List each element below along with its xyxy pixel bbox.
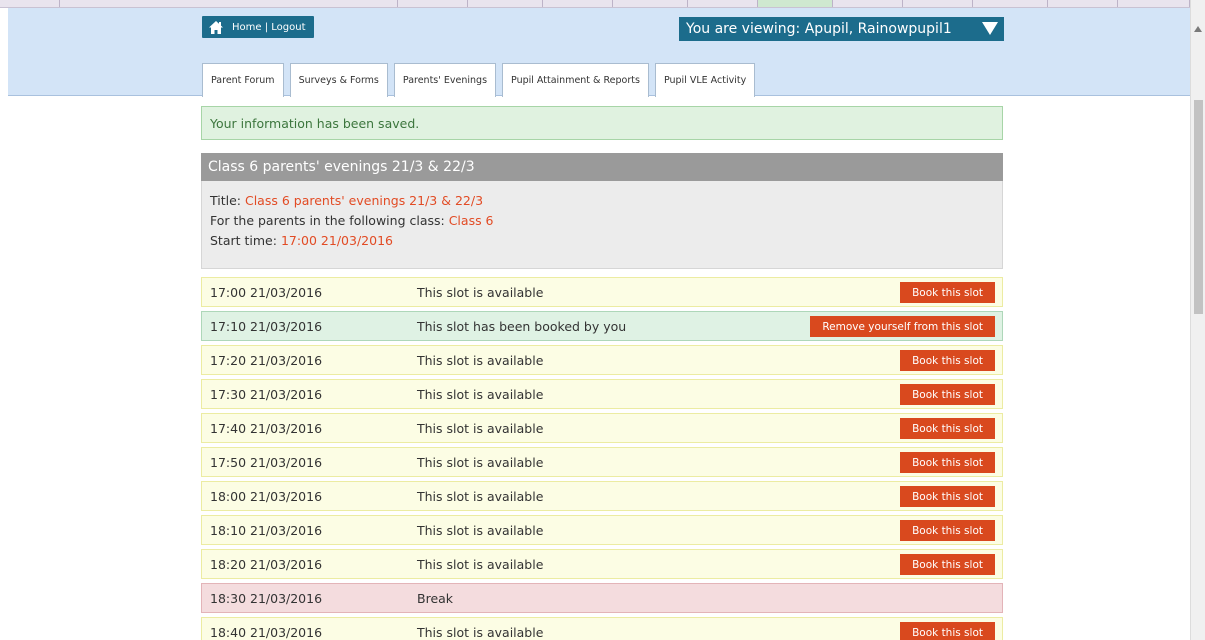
slot-row: 17:00 21/03/2016 This slot is available … [201, 277, 1003, 307]
slot-row: 17:30 21/03/2016 This slot is available … [201, 379, 1003, 409]
slot-status: This slot is available [417, 488, 544, 504]
tab-strip-segment [0, 0, 60, 7]
slot-row-break: 18:30 21/03/2016 Break [201, 583, 1003, 613]
slot-time: 18:30 21/03/2016 [210, 590, 323, 606]
main-tabs: Parent Forum Surveys & Forms Parents' Ev… [202, 63, 756, 97]
tab-strip-segment [688, 0, 758, 7]
event-title-line: Title: Class 6 parents' evenings 21/3 & … [210, 191, 994, 211]
event-start-line: Start time: 17:00 21/03/2016 [210, 231, 994, 251]
slot-time: 17:30 21/03/2016 [210, 386, 323, 402]
slot-time: 18:20 21/03/2016 [210, 556, 323, 572]
slot-row: 17:20 21/03/2016 This slot is available … [201, 345, 1003, 375]
tab-strip-segment [973, 0, 1048, 7]
slot-status: This slot is available [417, 386, 544, 402]
viewing-pupil-label: You are viewing: Apupil, Rainowpupil1 [686, 21, 952, 37]
event-class-value: Class 6 [448, 213, 494, 228]
slot-time: 18:10 21/03/2016 [210, 522, 323, 538]
slot-list: 17:00 21/03/2016 This slot is available … [201, 277, 1003, 640]
home-logout-label: Home | Logout [232, 21, 306, 33]
scrollbar-thumb[interactable] [1194, 100, 1203, 314]
tab-strip-segment [903, 0, 973, 7]
book-slot-button[interactable]: Book this slot [900, 384, 995, 405]
slot-row: 17:40 21/03/2016 This slot is available … [201, 413, 1003, 443]
slot-status: This slot is available [417, 556, 544, 572]
tab-parent-forum[interactable]: Parent Forum [202, 63, 284, 97]
book-slot-button[interactable]: Book this slot [900, 282, 995, 303]
viewing-pupil-dropdown[interactable]: You are viewing: Apupil, Rainowpupil1 [679, 17, 1004, 41]
site-header: Home | Logout You are viewing: Apupil, R… [8, 8, 1198, 97]
remove-from-slot-button[interactable]: Remove yourself from this slot [810, 316, 995, 337]
scroll-up-arrow-icon[interactable] [1194, 26, 1202, 32]
home-icon [209, 20, 223, 34]
tab-strip-segment [758, 0, 833, 7]
success-alert: Your information has been saved. [201, 106, 1003, 140]
slot-time: 18:40 21/03/2016 [210, 624, 323, 640]
book-slot-button[interactable]: Book this slot [900, 486, 995, 507]
tab-strip-segment [613, 0, 688, 7]
book-slot-button[interactable]: Book this slot [900, 418, 995, 439]
book-slot-button[interactable]: Book this slot [900, 350, 995, 371]
book-slot-button[interactable]: Book this slot [900, 554, 995, 575]
slot-time: 17:20 21/03/2016 [210, 352, 323, 368]
slot-time: 17:10 21/03/2016 [210, 318, 323, 334]
slot-status: This slot is available [417, 522, 544, 538]
tab-strip-segment [1118, 0, 1190, 7]
home-logout-button[interactable]: Home | Logout [202, 16, 314, 38]
slot-row: 18:20 21/03/2016 This slot is available … [201, 549, 1003, 579]
slot-row: 17:10 21/03/2016 This slot has been book… [201, 311, 1003, 341]
slot-time: 17:40 21/03/2016 [210, 420, 323, 436]
tab-pupil-attainment-reports[interactable]: Pupil Attainment & Reports [502, 63, 649, 97]
slot-row: 18:10 21/03/2016 This slot is available … [201, 515, 1003, 545]
slot-row: 18:40 21/03/2016 This slot is available … [201, 617, 1003, 640]
slot-time: 18:00 21/03/2016 [210, 488, 323, 504]
slot-status: This slot is available [417, 284, 544, 300]
book-slot-button[interactable]: Book this slot [900, 622, 995, 640]
slot-status: This slot is available [417, 454, 544, 470]
book-slot-button[interactable]: Book this slot [900, 520, 995, 541]
tab-strip-segment [833, 0, 903, 7]
tab-strip-segment [398, 0, 468, 7]
slot-status: This slot is available [417, 352, 544, 368]
slot-row: 18:00 21/03/2016 This slot is available … [201, 481, 1003, 511]
event-title-label: Title: [210, 193, 245, 208]
caret-down-icon [982, 22, 998, 35]
tab-strip-segment [468, 0, 543, 7]
tab-strip-segment [543, 0, 613, 7]
book-slot-button[interactable]: Book this slot [900, 452, 995, 473]
slot-time: 17:50 21/03/2016 [210, 454, 323, 470]
event-start-label: Start time: [210, 233, 281, 248]
slot-status: Break [417, 590, 454, 606]
event-class-line: For the parents in the following class: … [210, 211, 994, 231]
main-content: Your information has been saved. Class 6… [201, 106, 1003, 640]
event-heading: Class 6 parents' evenings 21/3 & 22/3 [201, 153, 1003, 181]
event-title-value: Class 6 parents' evenings 21/3 & 22/3 [244, 193, 484, 208]
slot-row: 17:50 21/03/2016 This slot is available … [201, 447, 1003, 477]
slot-status: This slot is available [417, 624, 544, 640]
page-scrollbar[interactable] [1190, 0, 1205, 640]
event-details: Title: Class 6 parents' evenings 21/3 & … [201, 181, 1003, 269]
tab-pupil-vle-activity[interactable]: Pupil VLE Activity [654, 63, 756, 97]
tab-parents-evenings[interactable]: Parents' Evenings [393, 63, 497, 97]
tab-strip-segment [1048, 0, 1118, 7]
slot-status: This slot is available [417, 420, 544, 436]
slot-status: This slot has been booked by you [417, 318, 627, 334]
event-class-label: For the parents in the following class: [210, 213, 449, 228]
event-start-value: 17:00 21/03/2016 [280, 233, 393, 248]
slot-time: 17:00 21/03/2016 [210, 284, 323, 300]
tab-strip-segment [60, 0, 398, 7]
browser-tab-strip [0, 0, 1190, 8]
tab-surveys-forms[interactable]: Surveys & Forms [289, 63, 388, 97]
